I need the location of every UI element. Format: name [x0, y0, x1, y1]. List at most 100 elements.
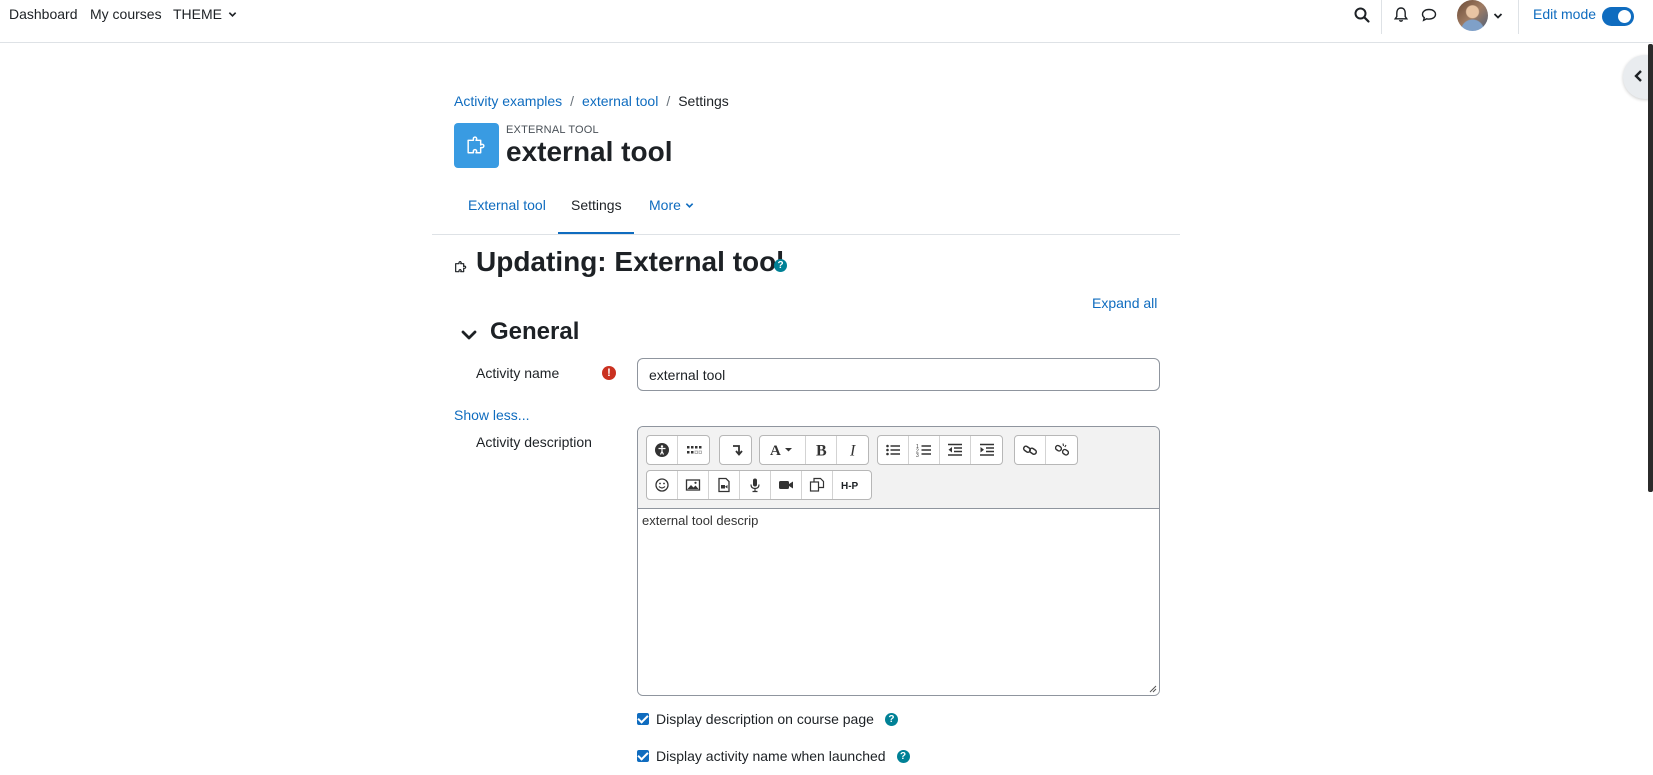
- tab-more[interactable]: More: [649, 197, 694, 213]
- outdent-button[interactable]: [940, 436, 971, 464]
- nav-my-courses-link[interactable]: My courses: [90, 6, 162, 22]
- link-icon: [1022, 445, 1038, 455]
- display-description-row: Display description on course page ?: [637, 711, 898, 727]
- nav-dashboard-link[interactable]: Dashboard: [9, 6, 78, 22]
- tab-external-tool[interactable]: External tool: [468, 197, 546, 213]
- indent-icon: [979, 443, 994, 456]
- page-heading: Updating: External tool: [476, 246, 784, 277]
- toolbar-group: A B I: [759, 435, 869, 465]
- nav-theme-label: THEME: [173, 6, 222, 22]
- svg-text:A: A: [770, 443, 781, 458]
- breadcrumb-activity-examples[interactable]: Activity examples: [454, 93, 562, 109]
- activity-title: external tool: [506, 136, 673, 167]
- svg-text:H-P: H-P: [841, 481, 859, 492]
- bell-icon[interactable]: [1391, 5, 1411, 25]
- italic-icon: I: [849, 443, 856, 459]
- undo-button[interactable]: [720, 436, 751, 464]
- section-general-title[interactable]: General: [490, 318, 579, 346]
- chevron-down-icon[interactable]: [459, 325, 479, 345]
- ordered-list-button[interactable]: 123: [909, 436, 940, 464]
- required-icon: !: [602, 366, 616, 380]
- display-name-label[interactable]: Display activity name when launched: [656, 748, 886, 764]
- breadcrumb: Activity examples / external tool / Settings: [454, 93, 729, 109]
- toolbar-group: 123: [877, 435, 1003, 465]
- copy-files-icon: [809, 477, 825, 492]
- top-navbar: Dashboard My courses THEME Edit mode: [0, 0, 1653, 43]
- toolbar-group: [646, 435, 710, 465]
- emoji-button[interactable]: [647, 471, 678, 499]
- editor-content-area[interactable]: external tool descrip: [638, 509, 1159, 695]
- display-description-label[interactable]: Display description on course page: [656, 711, 874, 727]
- user-avatar[interactable]: [1457, 0, 1488, 31]
- media-button[interactable]: [709, 471, 740, 499]
- nav-divider: [1518, 0, 1519, 34]
- video-camera-icon: [779, 481, 793, 489]
- show-less-link[interactable]: Show less...: [454, 407, 529, 423]
- svg-text:I: I: [849, 443, 856, 459]
- media-file-icon: [718, 477, 730, 493]
- unordered-list-button[interactable]: [878, 436, 909, 464]
- help-icon[interactable]: ?: [774, 259, 787, 272]
- unordered-list-icon: [886, 444, 900, 456]
- microphone-icon: [750, 478, 760, 493]
- accessibility-icon: [655, 443, 669, 457]
- toolbar-group: H-P: [646, 470, 872, 500]
- scrollbar[interactable]: [1648, 44, 1653, 492]
- more-buttons-icon: [686, 446, 702, 454]
- chevron-down-icon: [228, 12, 237, 17]
- tab-settings[interactable]: Settings: [571, 197, 622, 213]
- show-more-buttons-button[interactable]: [678, 436, 709, 464]
- accessibility-checker-button[interactable]: [647, 436, 678, 464]
- nav-theme-menu[interactable]: THEME: [173, 6, 237, 22]
- h5p-icon: H-P: [841, 481, 859, 492]
- breadcrumb-external-tool[interactable]: external tool: [582, 93, 658, 109]
- puzzle-icon: [467, 136, 485, 154]
- h5p-button[interactable]: H-P: [833, 471, 871, 499]
- breadcrumb-separator: /: [666, 93, 671, 109]
- ordered-list-icon: 123: [916, 444, 931, 458]
- record-video-button[interactable]: [771, 471, 802, 499]
- chevron-down-icon: [685, 203, 694, 208]
- svg-text:3: 3: [916, 453, 919, 458]
- edit-mode-toggle[interactable]: [1602, 7, 1634, 26]
- chat-icon[interactable]: [1419, 5, 1439, 25]
- link-button[interactable]: [1015, 436, 1046, 464]
- tabs-divider: [432, 234, 1180, 235]
- display-name-checkbox[interactable]: [637, 750, 649, 762]
- image-icon: [685, 479, 701, 491]
- font-style-button[interactable]: A: [760, 436, 806, 464]
- description-editor: A B I 123 H-P external tool descrip: [637, 426, 1160, 696]
- edit-mode-label[interactable]: Edit mode: [1533, 6, 1596, 22]
- help-icon[interactable]: ?: [884, 712, 898, 726]
- image-button[interactable]: [678, 471, 709, 499]
- resize-handle-icon[interactable]: [1149, 685, 1157, 693]
- toolbar-group: [719, 435, 752, 465]
- activity-name-input[interactable]: [637, 358, 1160, 391]
- nav-divider: [1381, 0, 1382, 34]
- breadcrumb-current: Settings: [678, 93, 729, 109]
- unlink-icon: [1054, 443, 1069, 456]
- puzzle-icon: [455, 261, 467, 273]
- breadcrumb-separator: /: [570, 93, 575, 109]
- outdent-icon: [948, 443, 962, 456]
- record-audio-button[interactable]: [740, 471, 771, 499]
- emoji-icon: [655, 478, 669, 492]
- help-icon[interactable]: ?: [896, 749, 910, 763]
- chevron-down-icon[interactable]: [1493, 11, 1503, 21]
- bold-icon: B: [816, 443, 827, 459]
- display-description-checkbox[interactable]: [637, 713, 649, 725]
- italic-button[interactable]: I: [837, 436, 868, 464]
- external-tool-activity-icon: [454, 123, 499, 168]
- activity-description-label: Activity description: [476, 434, 592, 450]
- toolbar-group: [1014, 435, 1078, 465]
- manage-files-button[interactable]: [802, 471, 833, 499]
- indent-button[interactable]: [971, 436, 1002, 464]
- unlink-button[interactable]: [1046, 436, 1077, 464]
- undo-icon: [732, 445, 743, 456]
- bold-button[interactable]: B: [806, 436, 837, 464]
- search-icon[interactable]: [1352, 5, 1372, 25]
- expand-all-link[interactable]: Expand all: [1092, 295, 1157, 311]
- activity-name-label: Activity name: [476, 365, 560, 381]
- editor-toolbar: A B I 123 H-P: [638, 427, 1159, 509]
- chevron-left-icon: [1634, 70, 1642, 82]
